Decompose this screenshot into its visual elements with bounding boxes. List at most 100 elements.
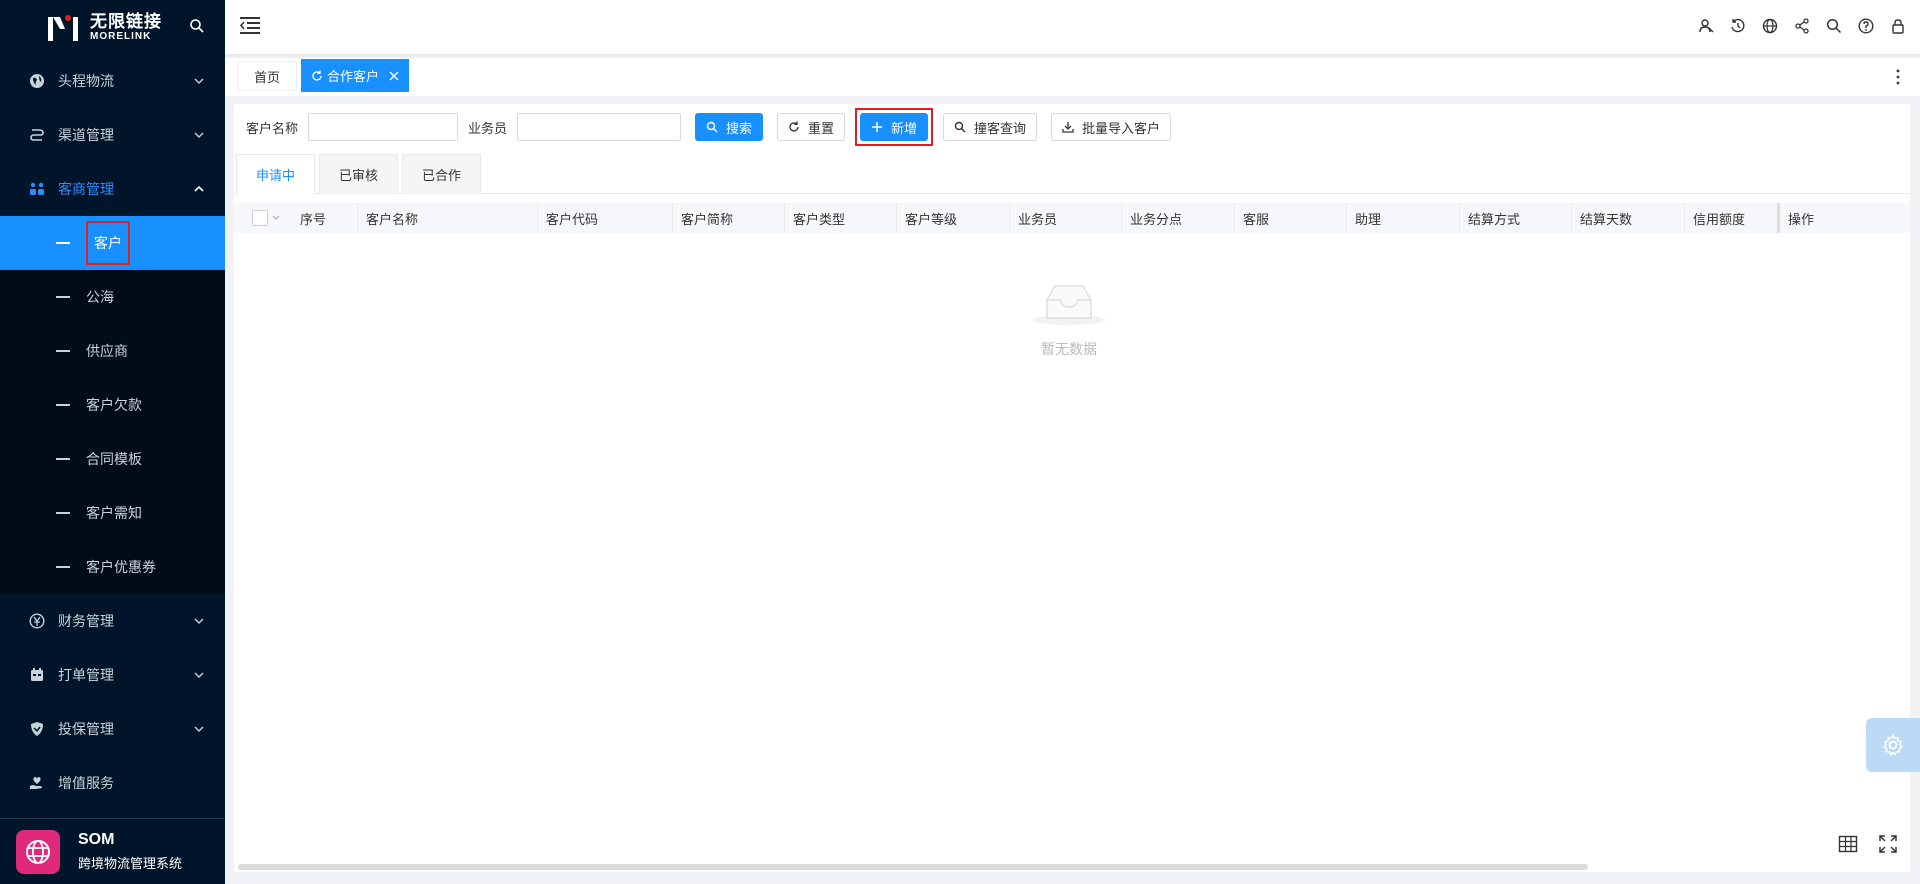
user-switch-icon[interactable] <box>1698 18 1714 34</box>
chevron-down-icon <box>194 78 204 84</box>
sidebar-item-label: 投保管理 <box>58 721 114 737</box>
sidebar-subitem-label: 供应商 <box>86 343 128 359</box>
dash-icon <box>56 296 70 298</box>
column-header: 结算方式 <box>1460 203 1572 233</box>
menu-fold-icon[interactable] <box>239 16 261 34</box>
sidebar-subitem-label: 客户优惠券 <box>86 559 156 575</box>
download-icon <box>1062 122 1074 133</box>
globe-icon <box>28 72 46 90</box>
submenu-customer-management: 客户 公海 供应商 客户欠款 合同模板 客户需知 客户优惠券 <box>0 216 225 594</box>
reset-button[interactable]: 重置 <box>777 113 846 141</box>
table-header: 序号 客户名称 客户代码 客户简称 客户类型 客户等级 业务员 业务分点 客服 … <box>234 203 1910 233</box>
close-icon[interactable] <box>389 71 399 81</box>
chevron-down-icon[interactable] <box>272 215 280 221</box>
sidebar-item-label: 打单管理 <box>58 667 114 683</box>
sidebar-subitem-label: 客户 <box>94 235 122 251</box>
help-icon[interactable] <box>1858 18 1874 34</box>
gear-icon <box>1882 734 1904 756</box>
sidebar-item-label: 客商管理 <box>58 181 114 197</box>
dash-icon <box>56 350 70 352</box>
sidebar-item-customer-management[interactable]: 客商管理 <box>0 162 225 216</box>
sidebar-subitem-label: 合同模板 <box>86 451 142 467</box>
route-icon <box>28 126 46 144</box>
tab-applying[interactable]: 申请中 <box>236 154 316 194</box>
sidebar-item-contract-template[interactable]: 合同模板 <box>0 432 225 486</box>
search-icon[interactable] <box>189 18 205 34</box>
add-button[interactable]: 新增 <box>860 113 929 141</box>
column-header: 客户类型 <box>785 203 897 233</box>
reset-button-label: 重置 <box>808 120 835 136</box>
sidebar-subitem-label: 公海 <box>86 289 114 305</box>
sidebar-item-channel[interactable]: 渠道管理 <box>0 108 225 162</box>
sidebar-item-public-pool[interactable]: 公海 <box>0 270 225 324</box>
sidebar-item-customer-coupon[interactable]: 客户优惠券 <box>0 540 225 594</box>
search-button-label: 搜索 <box>726 120 753 136</box>
sidebar-item-finance[interactable]: 财务管理 <box>0 594 225 648</box>
sidebar-item-value-added[interactable]: 增值服务 <box>0 756 225 810</box>
sidebar-item-label: 财务管理 <box>58 613 114 629</box>
hand-heart-icon <box>28 774 46 792</box>
sidebar-item-order-print[interactable]: 打单管理 <box>0 648 225 702</box>
tab-home[interactable]: 首页 <box>237 61 297 91</box>
lock-icon[interactable] <box>1890 18 1906 34</box>
empty-text: 暂无数据 <box>1041 341 1097 357</box>
chevron-down-icon <box>194 132 204 138</box>
more-vertical-icon[interactable] <box>1896 69 1900 85</box>
brand-en: MORELINK <box>90 30 152 42</box>
fullscreen-icon[interactable] <box>1878 834 1898 854</box>
horizontal-scrollbar[interactable] <box>238 864 1588 870</box>
tab-label: 申请中 <box>256 168 296 183</box>
sidebar-item-label: 渠道管理 <box>58 127 114 143</box>
highlight-box: 新增 <box>855 108 934 146</box>
checkbox[interactable] <box>252 210 268 226</box>
tab-cooperative-customer[interactable]: 合作客户 <box>301 59 410 92</box>
collision-query-button[interactable]: 撞客查询 <box>943 113 1038 141</box>
plus-icon <box>872 122 883 132</box>
sidebar-item-insurance[interactable]: 投保管理 <box>0 702 225 756</box>
share-icon[interactable] <box>1794 18 1810 34</box>
sidebar: 无限链接 MORELINK 头程物流 渠道管理 客商管理 客户 公海 供应商 客… <box>0 0 225 884</box>
column-header: 客户名称 <box>358 203 538 233</box>
batch-import-label: 批量导入客户 <box>1082 120 1161 136</box>
tab-label: 合作客户 <box>327 69 380 84</box>
dash-icon <box>56 512 70 514</box>
sidebar-item-supplier[interactable]: 供应商 <box>0 324 225 378</box>
sidebar-item-customer-debt[interactable]: 客户欠款 <box>0 378 225 432</box>
chevron-down-icon <box>194 618 204 624</box>
refresh-icon <box>789 121 799 132</box>
search-icon <box>954 121 966 133</box>
filter-bar: 客户名称 业务员 搜索 重置 新增 撞客查询 批量导入客户 <box>246 108 1185 146</box>
status-tabs: 申请中 已审核 已合作 <box>234 154 1910 194</box>
history-icon[interactable] <box>1730 18 1746 34</box>
column-header: 操作 <box>1777 203 1908 233</box>
dash-icon <box>56 566 70 568</box>
top-header <box>225 0 1920 54</box>
batch-import-button[interactable]: 批量导入客户 <box>1051 113 1172 141</box>
salesperson-input[interactable] <box>517 113 682 141</box>
table-settings-icon[interactable] <box>1838 834 1858 854</box>
dash-icon <box>56 242 70 244</box>
sidebar-item-customer[interactable]: 客户 <box>0 216 225 270</box>
search-icon[interactable] <box>1826 18 1842 34</box>
tab-cooperated[interactable]: 已合作 <box>402 154 482 194</box>
chevron-up-icon <box>194 185 204 192</box>
sidebar-item-customer-notice[interactable]: 客户需知 <box>0 486 225 540</box>
tab-label: 已合作 <box>422 168 462 183</box>
tab-approved[interactable]: 已审核 <box>319 154 399 194</box>
language-icon[interactable] <box>1762 18 1778 34</box>
refresh-icon[interactable] <box>311 70 323 82</box>
select-all-checkbox[interactable] <box>234 203 292 233</box>
chevron-down-icon <box>194 726 204 732</box>
dash-icon <box>56 458 70 460</box>
column-header: 业务分点 <box>1122 203 1235 233</box>
settings-float-button[interactable] <box>1866 718 1920 772</box>
search-icon <box>706 121 718 133</box>
sidebar-item-first-leg[interactable]: 头程物流 <box>0 54 225 108</box>
chevron-down-icon <box>194 672 204 678</box>
search-button[interactable]: 搜索 <box>695 113 764 141</box>
empty-inbox-icon <box>1033 285 1105 325</box>
sidebar-subitem-label: 客户需知 <box>86 505 142 521</box>
dash-icon <box>56 404 70 406</box>
brand-cn: 无限链接 <box>90 11 162 31</box>
customer-name-input[interactable] <box>308 113 459 141</box>
